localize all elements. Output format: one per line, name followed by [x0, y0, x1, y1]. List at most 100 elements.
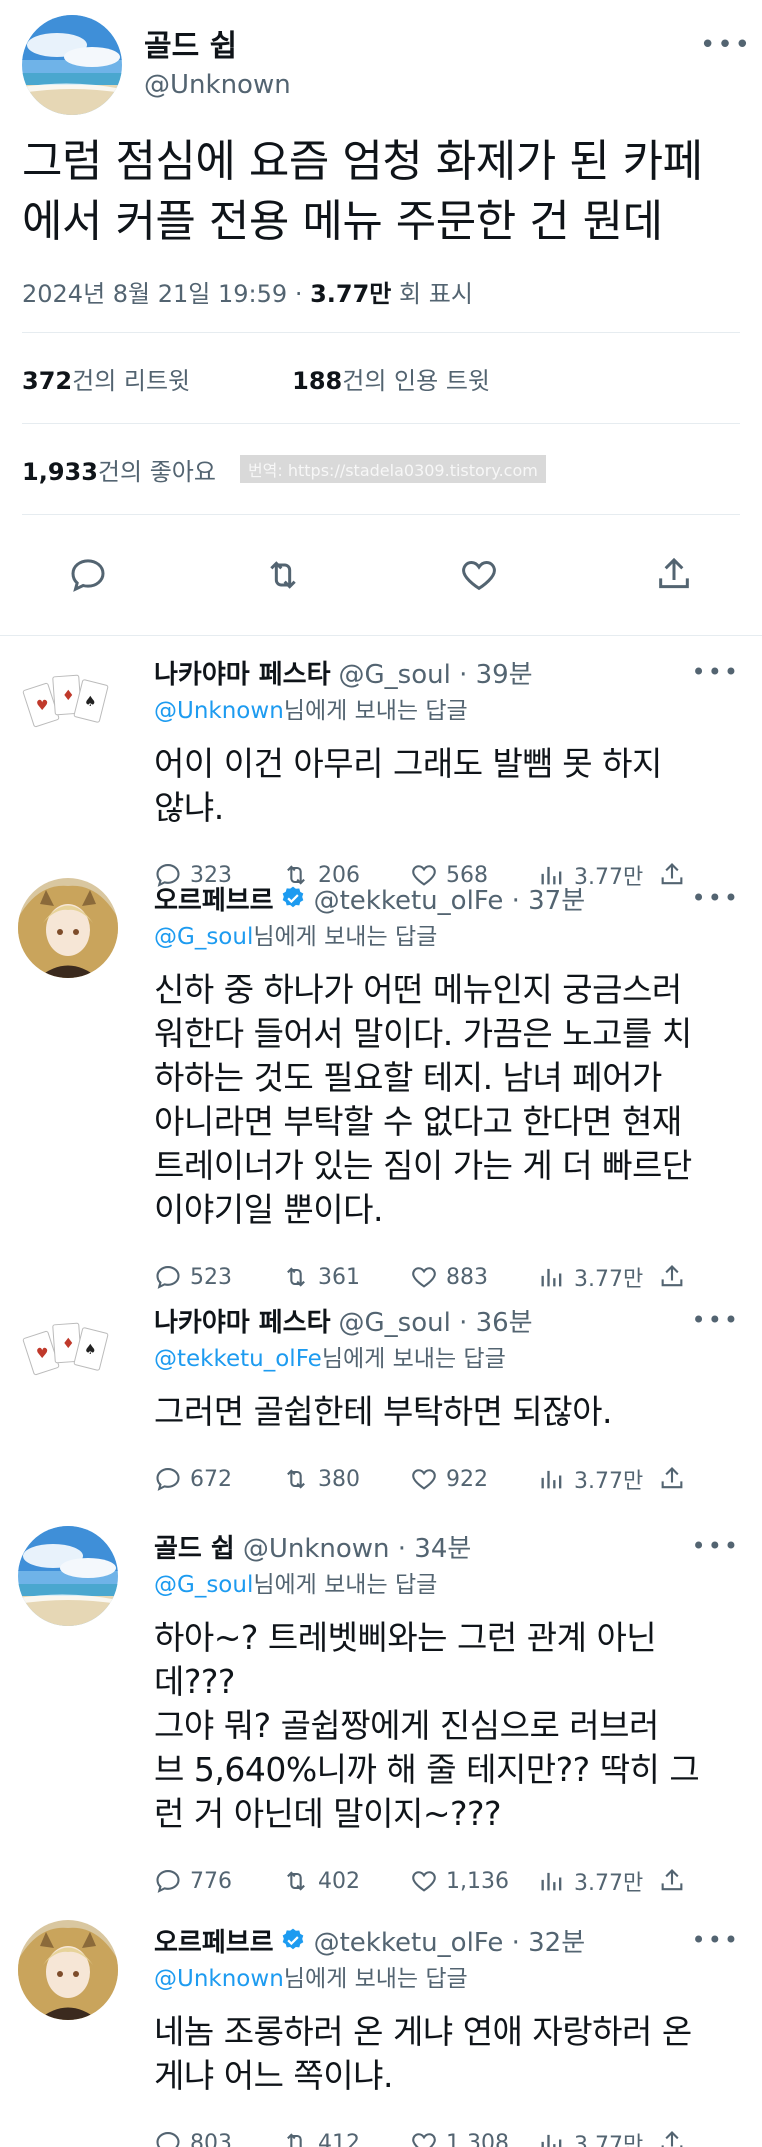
views-button[interactable]: 3.77만 — [538, 2127, 658, 2147]
stats-row: 372건의 리트윗 188건의 인용 트윗 — [22, 333, 740, 423]
reply-tweet[interactable]: 나카야마 페스타 @G_soul · 36분 ••• @tekketu_olFe… — [0, 1300, 762, 1494]
views-icon — [538, 1867, 566, 1895]
avatar[interactable] — [18, 1300, 118, 1400]
reply-header: 오르페브르 @tekketu_olFe · 32분 ••• — [154, 1920, 740, 1960]
like-icon[interactable] — [459, 555, 499, 595]
retweet-button[interactable]: 361 — [282, 1263, 410, 1291]
views-count: 3.77만 — [574, 2133, 644, 2147]
tweet-meta: 2024년 8월 21일 19:59 · 3.77만 회 표시 — [22, 280, 473, 308]
more-icon[interactable]: ••• — [692, 884, 740, 912]
retweet-icon[interactable] — [263, 555, 303, 595]
like-button[interactable]: 1,136 — [410, 1867, 538, 1895]
author-name[interactable]: 골드 쉽 — [144, 27, 700, 67]
more-icon[interactable]: ••• — [692, 1926, 740, 1954]
views-button[interactable]: 3.77만 — [538, 1463, 658, 1495]
views-count: 3.77만 — [574, 1469, 644, 1494]
like-button[interactable]: 1,308 — [410, 2129, 538, 2147]
retweets-stat[interactable]: 372건의 리트윗 — [22, 361, 190, 396]
likes-count: 1,933 — [22, 457, 98, 486]
like-button[interactable]: 883 — [410, 1263, 538, 1291]
reply-button[interactable]: 803 — [154, 2129, 282, 2147]
avatar[interactable] — [18, 1920, 118, 2020]
reply-text: 신하 중 하나가 어떤 메뉴인지 궁금스러 워한다 들어서 말이다. 가끔은 노… — [154, 968, 740, 1232]
like-button[interactable]: 922 — [410, 1465, 538, 1493]
more-icon[interactable]: ••• — [692, 1532, 740, 1560]
retweet-button[interactable]: 412 — [282, 2129, 410, 2147]
like-count: 1,136 — [446, 1868, 509, 1894]
reply-button[interactable]: 776 — [154, 1867, 282, 1895]
reply-tweet[interactable]: 오르페브르 @tekketu_olFe · 32분 ••• @Unknown님에… — [0, 1920, 762, 2147]
retweets-count: 372 — [22, 366, 73, 395]
reply-author-handle[interactable]: @tekketu_olFe · 37분 — [314, 880, 586, 917]
reply-left — [18, 1300, 122, 1480]
reply-author-handle[interactable]: @Unknown · 34분 — [243, 1528, 472, 1565]
share-button[interactable] — [658, 1867, 694, 1895]
avatar[interactable] — [18, 878, 118, 978]
avatar[interactable] — [22, 15, 122, 115]
quotes-count: 188 — [292, 366, 343, 395]
views-button[interactable]: 3.77만 — [538, 1261, 658, 1293]
share-icon[interactable] — [654, 555, 694, 595]
reply-button[interactable]: 672 — [154, 1465, 282, 1493]
mention-link[interactable]: @G_soul — [154, 924, 253, 950]
more-icon[interactable]: ••• — [692, 658, 740, 686]
reply-to-label: 님에게 보내는 답글 — [283, 1966, 468, 1992]
reply-icon — [154, 1465, 182, 1493]
verified-icon — [280, 1927, 306, 1953]
reply-author-name[interactable]: 오르페브르 — [154, 880, 274, 917]
reply-author-name[interactable]: 오르페브르 — [154, 1922, 274, 1959]
retweet-button[interactable]: 380 — [282, 1465, 410, 1493]
more-icon[interactable]: ••• — [700, 30, 750, 60]
reply-text-line: 하하는 것도 필요할 테지. 남녀 페어가 — [154, 1058, 662, 1097]
reply-text-line: 네놈 조롱하러 온 게냐 연애 자랑하러 온 — [154, 2012, 692, 2051]
reply-author-handle[interactable]: @G_soul · 36분 — [339, 1302, 533, 1339]
reply-button[interactable]: 523 — [154, 1263, 282, 1291]
reply-count: 523 — [190, 1264, 232, 1290]
reply-text-line: 런 거 아닌데 말이지~??? — [154, 1794, 502, 1833]
reply-body: 오르페브르 @tekketu_olFe · 37분 ••• @G_soul님에게… — [122, 878, 740, 1292]
retweet-icon — [282, 1465, 310, 1493]
views-label: 회 표시 — [399, 280, 473, 308]
reply-author-handle[interactable]: @tekketu_olFe · 32분 — [314, 1922, 586, 1959]
verified-icon — [280, 885, 306, 911]
views-count: 3.77만 — [574, 1267, 644, 1292]
share-button[interactable] — [658, 2129, 694, 2147]
avatar[interactable] — [18, 1526, 118, 1626]
more-icon[interactable]: ••• — [692, 1306, 740, 1334]
reply-icon[interactable] — [68, 555, 108, 595]
likes-label: 건의 좋아요 — [97, 457, 216, 486]
retweet-button[interactable]: 402 — [282, 1867, 410, 1895]
reply-author-name[interactable]: 나카야마 페스타 — [154, 1302, 331, 1339]
reply-author-handle[interactable]: @G_soul · 39분 — [339, 654, 533, 691]
reply-tweet[interactable]: 나카야마 페스타 @G_soul · 39분 ••• @Unknown님에게 보… — [0, 652, 762, 890]
reply-body: 나카야마 페스타 @G_soul · 39분 ••• @Unknown님에게 보… — [122, 652, 740, 890]
reply-actions: 672 380 922 3.77만 — [154, 1444, 740, 1514]
reply-to: @Unknown님에게 보내는 답글 — [154, 692, 740, 730]
views-icon — [538, 1465, 566, 1493]
reply-author-name[interactable]: 골드 쉽 — [154, 1528, 235, 1565]
reply-to-label: 님에게 보내는 답글 — [283, 698, 468, 724]
mention-link[interactable]: @Unknown — [154, 1966, 284, 1992]
quotes-stat[interactable]: 188건의 인용 트윗 — [292, 361, 490, 396]
reply-tweet[interactable]: 골드 쉽 @Unknown · 34분 ••• @G_soul님에게 보내는 답… — [0, 1526, 762, 1896]
reply-author-name[interactable]: 나카야마 페스타 — [154, 654, 331, 691]
reply-tweet[interactable]: 오르페브르 @tekketu_olFe · 37분 ••• @G_soul님에게… — [0, 878, 762, 1292]
share-icon — [658, 1263, 686, 1291]
avatar[interactable] — [18, 652, 118, 752]
retweet-count: 402 — [318, 1868, 360, 1894]
mention-link[interactable]: @G_soul — [154, 1572, 253, 1598]
reply-text: 그러면 골쉽한테 부탁하면 되잖아. — [154, 1390, 740, 1434]
likes-stat[interactable]: 1,933건의 좋아요 — [22, 452, 216, 487]
reply-left — [18, 1920, 122, 2147]
share-button[interactable] — [658, 1263, 694, 1291]
retweet-count: 380 — [318, 1466, 360, 1492]
reply-text-line: 트레이너가 있는 짐이 가는 게 더 빠르단 — [154, 1146, 692, 1185]
views-button[interactable]: 3.77만 — [538, 1865, 658, 1897]
reply-to-label: 님에게 보내는 답글 — [321, 1346, 506, 1372]
mention-link[interactable]: @tekketu_olFe — [154, 1346, 322, 1372]
author-handle[interactable]: @Unknown — [144, 67, 700, 103]
share-button[interactable] — [658, 1465, 694, 1493]
timestamp[interactable]: 2024년 8월 21일 19:59 — [22, 280, 287, 308]
like-count: 1,308 — [446, 2130, 509, 2147]
mention-link[interactable]: @Unknown — [154, 698, 284, 724]
